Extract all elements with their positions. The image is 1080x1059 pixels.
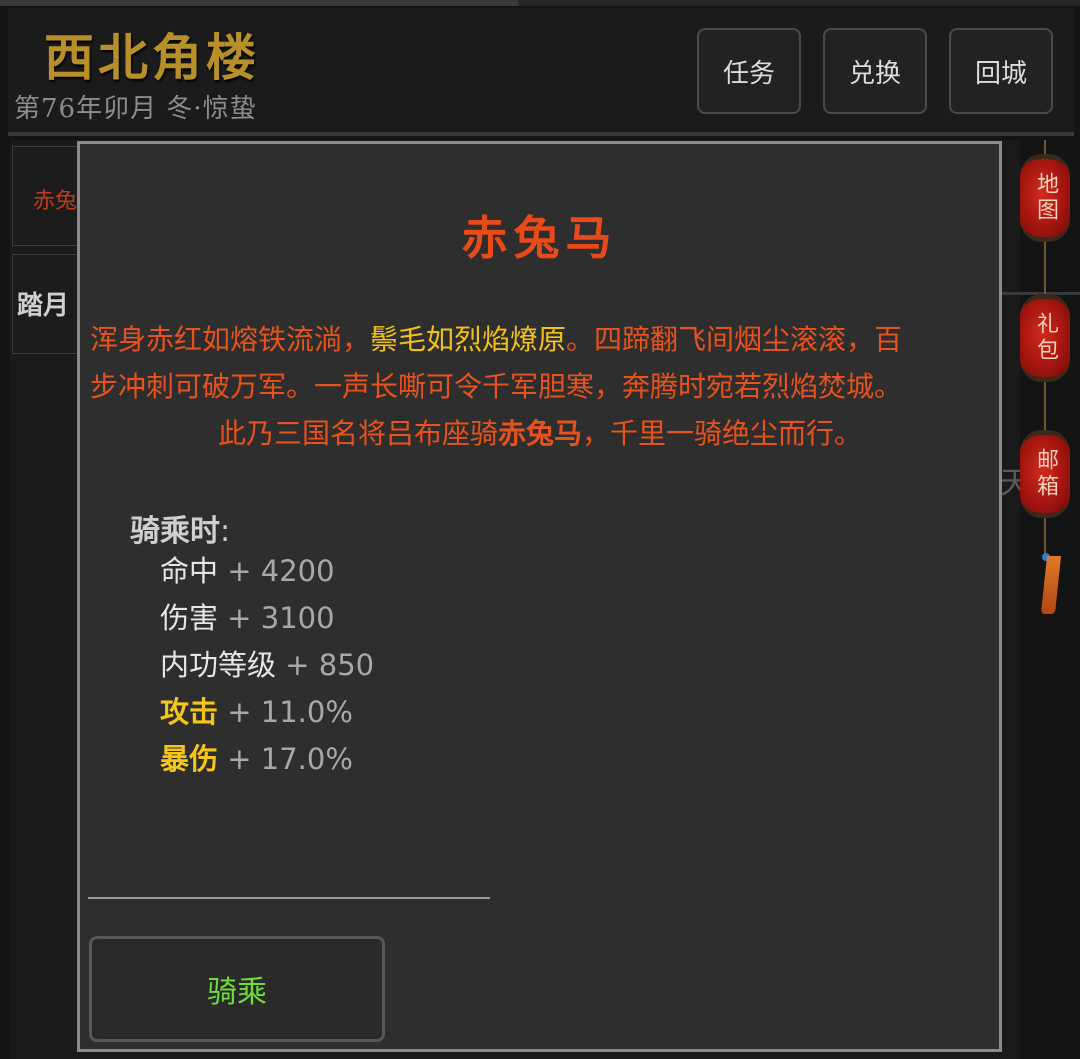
stat-row-hit: 命中 + 4200 bbox=[160, 551, 335, 591]
stat-row-attack: 攻击 + 11.0% bbox=[160, 692, 353, 732]
gift-lantern-button[interactable]: 礼包 bbox=[1020, 294, 1070, 382]
stat-value: + 17.0% bbox=[227, 742, 353, 776]
stat-value: + 11.0% bbox=[227, 695, 353, 729]
riding-stats-label: 骑乘时: bbox=[130, 506, 230, 550]
game-date: 第76年卯月 冬·惊蛰 bbox=[14, 94, 257, 124]
mount-list-item[interactable]: 踏月 bbox=[12, 254, 82, 354]
mount-list-item-label: 踏月 bbox=[17, 291, 70, 321]
stat-value: + 3100 bbox=[227, 601, 335, 635]
stat-name: 命中 bbox=[160, 554, 219, 588]
location-title: 西北角楼 bbox=[44, 28, 260, 87]
mount-name-title: 赤兔马 bbox=[461, 211, 618, 265]
riding-stats-colon: : bbox=[220, 514, 231, 549]
stat-name: 内功等级 bbox=[160, 648, 277, 682]
mail-lantern-button[interactable]: 邮箱 bbox=[1020, 430, 1070, 518]
desc-text: 浑身赤红如熔铁流淌， bbox=[90, 323, 371, 356]
stat-row-damage: 伤害 + 3100 bbox=[160, 598, 335, 638]
desc-text: 步冲刺可破万军。一声长嘶可令千军胆寒，奔腾时宛若烈焰焚城。 bbox=[90, 370, 903, 403]
ride-button[interactable]: 骑乘 bbox=[89, 936, 385, 1042]
lantern-label: 地图 bbox=[1033, 172, 1058, 224]
stat-value: + 850 bbox=[285, 648, 375, 682]
riding-stats-label-text: 骑乘时 bbox=[130, 514, 220, 549]
stat-name: 暴伤 bbox=[160, 742, 219, 776]
desc-text: 此乃三国名将吕布座骑 bbox=[217, 417, 498, 450]
quest-button[interactable]: 任务 bbox=[697, 28, 801, 114]
mount-detail-modal: 赤兔马 浑身赤红如熔铁流淌，鬃毛如烈焰燎原。四蹄翻飞间烟尘滚滚，百 步冲刺可破万… bbox=[77, 141, 1002, 1052]
desc-mount-name: 赤兔马 bbox=[497, 417, 582, 450]
modal-divider bbox=[88, 897, 490, 899]
stat-name: 伤害 bbox=[160, 601, 219, 635]
lantern-label: 礼包 bbox=[1033, 312, 1058, 364]
desc-text: ，千里一骑绝尘而行。 bbox=[582, 417, 863, 450]
map-lantern-button[interactable]: 地图 bbox=[1020, 154, 1070, 242]
stat-name: 攻击 bbox=[160, 695, 219, 729]
desc-line: 此乃三国名将吕布座骑赤兔马，千里一骑绝尘而行。 bbox=[90, 410, 990, 457]
desc-text: 。四蹄翻飞间烟尘滚滚，百 bbox=[566, 323, 903, 356]
stat-row-crit-damage: 暴伤 + 17.0% bbox=[160, 739, 353, 779]
stat-value: + 4200 bbox=[227, 554, 335, 588]
top-border bbox=[0, 0, 1080, 6]
tassel-ornament bbox=[1040, 556, 1062, 614]
mount-list-item-label: 赤兔 bbox=[33, 189, 78, 214]
lantern-label: 邮箱 bbox=[1033, 448, 1058, 500]
mount-description: 浑身赤红如熔铁流淌，鬃毛如烈焰燎原。四蹄翻飞间烟尘滚滚，百 步冲刺可破万军。一声… bbox=[90, 316, 990, 457]
header-bar: 西北角楼 第76年卯月 冬·惊蛰 任务 兑换 回城 bbox=[8, 8, 1074, 136]
desc-highlight: 鬃毛如烈焰燎原 bbox=[370, 323, 567, 356]
stat-row-inner-level: 内功等级 + 850 bbox=[160, 645, 374, 685]
return-city-button[interactable]: 回城 bbox=[949, 28, 1053, 114]
mount-list-item[interactable]: 赤兔 bbox=[12, 146, 82, 246]
exchange-button[interactable]: 兑换 bbox=[823, 28, 927, 114]
